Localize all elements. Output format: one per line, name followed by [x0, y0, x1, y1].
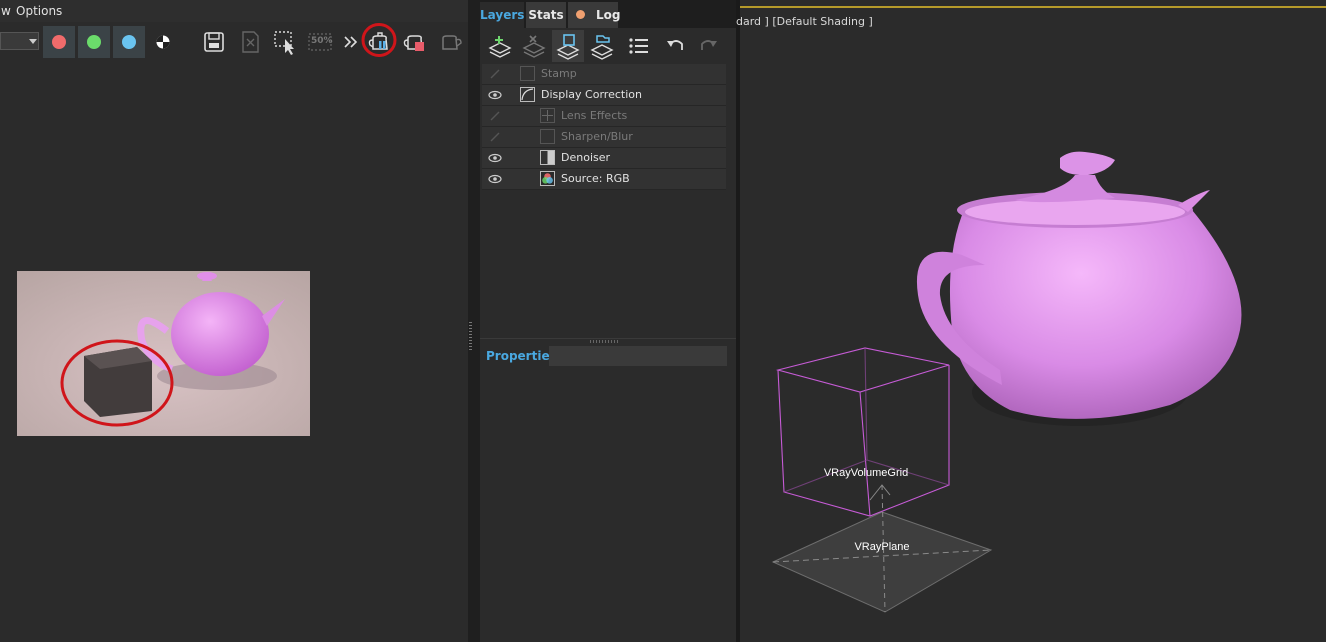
green-dot-icon — [87, 35, 101, 49]
volume-grid-label[interactable]: VRayVolumeGrid — [824, 467, 908, 479]
layer-label: Source: RGB — [561, 172, 630, 185]
redo-icon — [701, 40, 717, 50]
properties-header: Properties — [480, 344, 736, 368]
region-render-button[interactable] — [271, 28, 299, 56]
add-layer-icon — [488, 36, 512, 58]
plane-label[interactable]: VRayPlane — [854, 541, 909, 553]
teapot-icon — [442, 35, 462, 50]
highlight-circle-cube — [60, 339, 174, 427]
stop-render-button[interactable] — [400, 28, 428, 56]
visibility-off-icon[interactable] — [488, 131, 502, 143]
layer-label: Display Correction — [541, 88, 642, 101]
load-layers-button[interactable] — [586, 30, 618, 62]
delete-layer-button[interactable] — [518, 30, 550, 62]
stamp-icon — [520, 66, 535, 81]
blue-dot-icon — [122, 35, 136, 49]
undo-button[interactable] — [660, 30, 692, 62]
viewport[interactable]: dard ] [Default Shading ] VRayVolumeGrid — [736, 0, 1326, 642]
layer-row-stamp[interactable]: Stamp — [482, 64, 726, 85]
sharpen-icon — [540, 129, 555, 144]
highlight-circle-toolbar — [361, 23, 397, 57]
save-button[interactable] — [200, 28, 228, 56]
layer-row-source-rgb[interactable]: Source: RGB — [482, 169, 726, 190]
green-channel-button[interactable] — [78, 26, 110, 58]
layer-label: Denoiser — [561, 151, 611, 164]
save-icon — [204, 32, 224, 52]
resolution-button[interactable]: 50% — [306, 28, 334, 56]
save-layers-button[interactable] — [552, 30, 584, 62]
menu-bar: w Options — [0, 0, 468, 22]
log-status-icon — [576, 10, 585, 19]
layer-row-sharpen-blur[interactable]: Sharpen/Blur — [482, 127, 726, 148]
layers-panel: Layers Stats Log Stamp Display Correctio… — [480, 0, 736, 642]
lens-icon — [540, 108, 555, 123]
red-dot-icon — [52, 35, 66, 49]
blue-channel-button[interactable] — [113, 26, 145, 58]
red-channel-button[interactable] — [43, 26, 75, 58]
percent-label: 50% — [311, 36, 333, 46]
add-layer-button[interactable] — [484, 30, 516, 62]
tab-stats[interactable]: Stats — [526, 2, 566, 28]
eye-icon[interactable] — [488, 152, 502, 164]
layer-row-lens-effects[interactable]: Lens Effects — [482, 106, 726, 127]
layer-label: Sharpen/Blur — [561, 130, 633, 143]
layer-row-denoiser[interactable]: Denoiser — [482, 148, 726, 169]
layer-label: Stamp — [541, 67, 577, 80]
tab-bar: Layers Stats Log — [480, 0, 736, 28]
splitter-grip[interactable] — [590, 340, 618, 343]
layer-label: Lens Effects — [561, 109, 628, 122]
visibility-off-icon[interactable] — [488, 68, 502, 80]
tab-log-label: Log — [596, 8, 621, 22]
frame-buffer-panel: w Options 50% — [0, 0, 468, 642]
render-button[interactable] — [435, 28, 463, 56]
rgb-icon — [540, 171, 555, 186]
properties-title: Properties — [486, 349, 557, 363]
properties-field — [549, 346, 727, 366]
clear-icon — [242, 31, 259, 53]
eye-icon[interactable] — [488, 173, 502, 185]
panel-splitter[interactable] — [468, 0, 480, 642]
viewport-scene: VRayVolumeGrid VRayPlane — [771, 151, 1242, 613]
clear-image-button[interactable] — [236, 28, 264, 56]
render-element-dropdown[interactable] — [0, 32, 39, 50]
visibility-off-icon[interactable] — [488, 110, 502, 122]
layer-list-button[interactable] — [622, 30, 654, 62]
splitter-grip[interactable] — [469, 322, 472, 352]
undo-icon — [667, 40, 683, 50]
region-select-icon — [274, 31, 294, 55]
teapot-stop-icon — [403, 35, 424, 51]
chevron-down-icon — [29, 39, 37, 44]
tab-layers[interactable]: Layers — [480, 2, 524, 28]
denoiser-icon — [540, 150, 555, 165]
eye-icon[interactable] — [488, 89, 502, 101]
layer-row-display-correction[interactable]: Display Correction — [482, 85, 726, 106]
redo-button[interactable] — [692, 30, 724, 62]
delete-layer-icon — [522, 35, 546, 58]
curve-icon — [520, 87, 535, 102]
alpha-icon — [156, 35, 170, 49]
menu-view[interactable]: w — [1, 4, 11, 18]
tab-log[interactable]: Log — [568, 2, 621, 28]
load-layers-icon — [590, 35, 614, 60]
menu-options[interactable]: Options — [16, 4, 62, 18]
list-icon — [629, 38, 648, 54]
save-layers-icon — [556, 34, 580, 60]
alpha-channel-button[interactable] — [150, 28, 178, 56]
